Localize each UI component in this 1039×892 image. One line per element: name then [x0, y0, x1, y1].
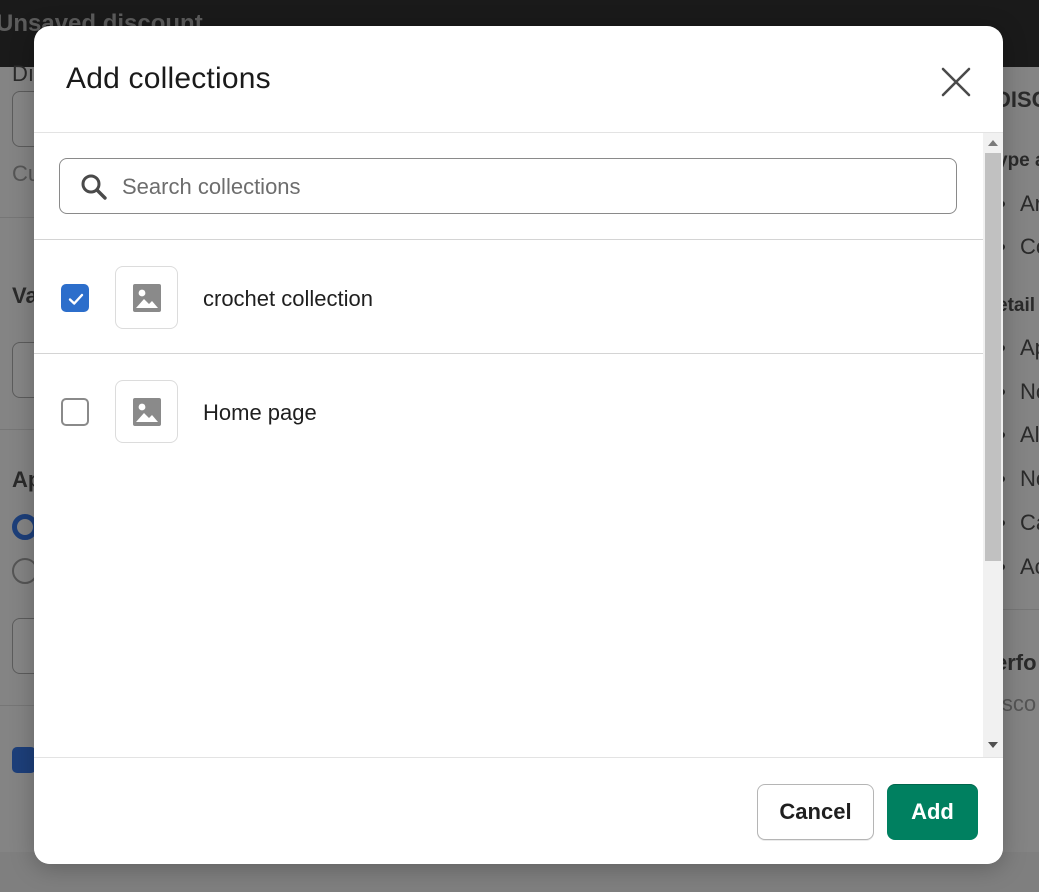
close-icon: [941, 67, 971, 97]
collection-thumbnail: [115, 380, 178, 443]
bg-item: Ap: [1020, 335, 1039, 360]
modal-body: crochet collection Home page: [34, 133, 1003, 757]
collection-item[interactable]: Home page: [34, 354, 983, 468]
bg-item: Ac: [1020, 554, 1039, 579]
search-icon: [81, 174, 107, 200]
scroll-up-icon[interactable]: [988, 140, 998, 146]
collection-thumbnail: [115, 266, 178, 329]
search-area: [34, 133, 983, 240]
bg-checkbox: [12, 747, 36, 773]
bg-subhead: ype a: [997, 150, 1039, 171]
collection-checkbox[interactable]: [61, 398, 89, 426]
modal-title: Add collections: [66, 62, 271, 95]
scroll-down-icon[interactable]: [988, 742, 998, 748]
collection-item[interactable]: crochet collection: [34, 240, 983, 354]
collection-label: Home page: [203, 400, 317, 425]
image-icon: [133, 398, 161, 426]
search-box[interactable]: [59, 158, 957, 214]
cancel-button[interactable]: Cancel: [757, 784, 874, 840]
image-icon: [133, 284, 161, 312]
search-input[interactable]: [122, 167, 942, 207]
bg-item: Co: [1020, 234, 1039, 259]
bg-item: Ar: [1020, 191, 1039, 216]
modal-footer: Cancel Add: [34, 757, 1003, 864]
scroll-thumb[interactable]: [985, 153, 1001, 561]
bg-item: Al: [1020, 422, 1039, 447]
checkmark-icon: [68, 293, 84, 305]
add-collections-modal: Add collections Search collections croch…: [34, 26, 1003, 864]
bg-label-1: Dı: [12, 61, 34, 86]
add-button[interactable]: Add: [887, 784, 978, 840]
collection-label: crochet collection: [203, 286, 373, 311]
bg-item: No: [1020, 466, 1039, 491]
modal-header: Add collections: [34, 26, 1003, 133]
collection-checkbox[interactable]: [61, 284, 89, 312]
bg-item: Ca: [1020, 510, 1039, 535]
close-button[interactable]: [934, 60, 978, 104]
bg-item: No: [1020, 379, 1039, 404]
scrollbar[interactable]: [983, 133, 1003, 757]
